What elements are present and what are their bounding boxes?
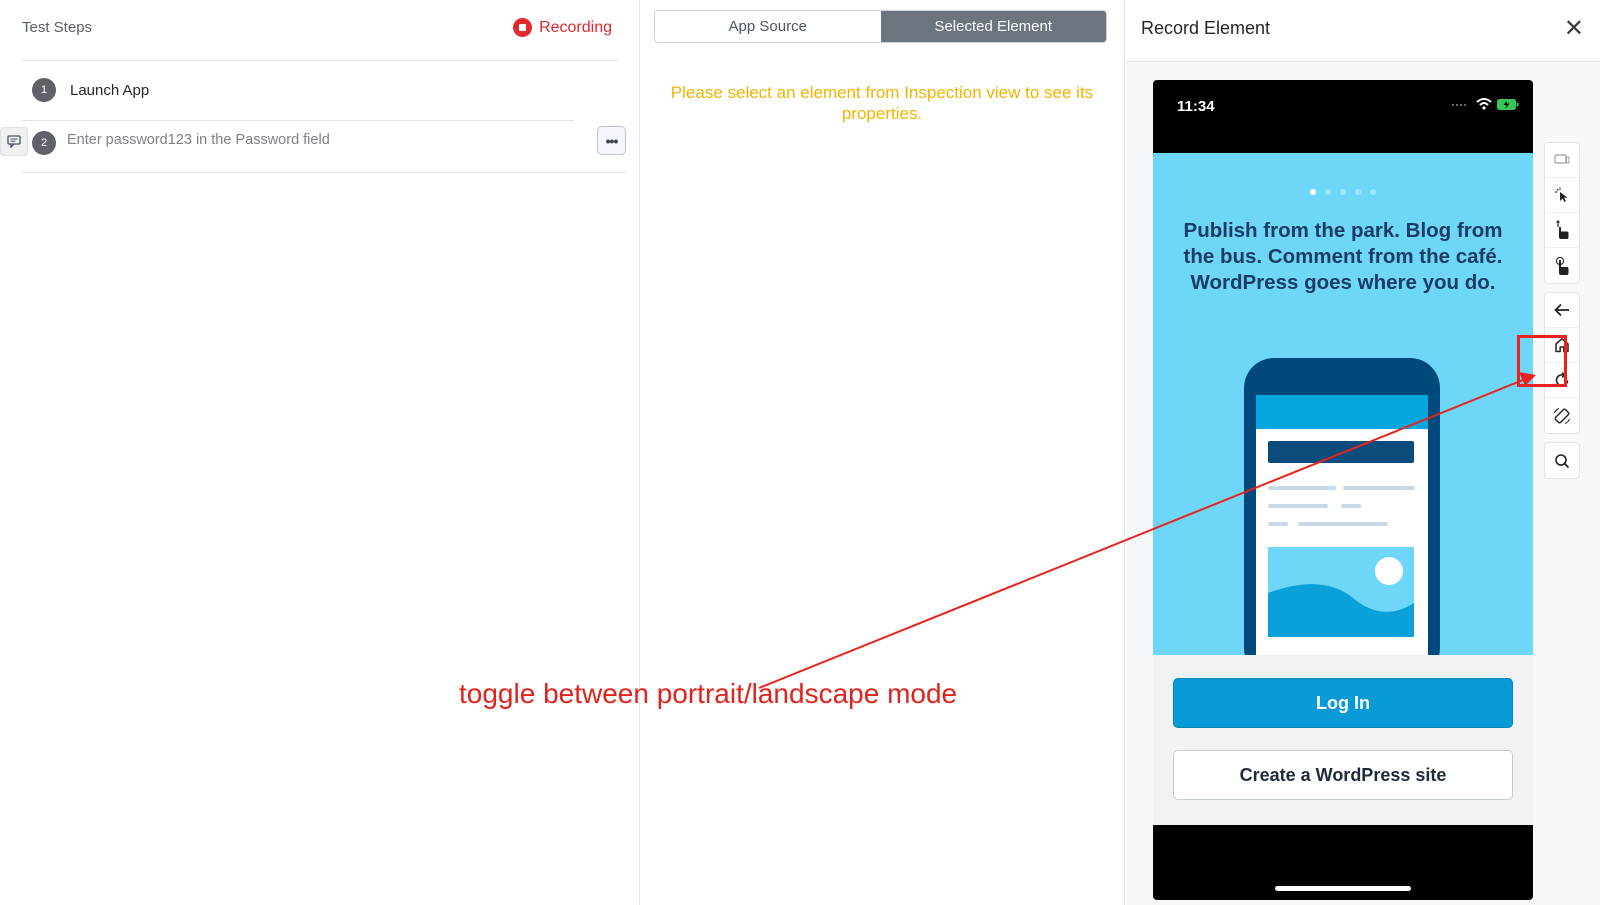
tap-hold-icon[interactable] (1545, 248, 1579, 283)
pointer-icon[interactable] (1545, 178, 1579, 213)
recording-indicator[interactable]: Recording (513, 18, 612, 37)
record-element-header: Record Element ✕ (1126, 0, 1600, 62)
record-element-title: Record Element (1141, 18, 1271, 38)
home-indicator (1275, 886, 1411, 891)
test-steps-header: Test Steps Recording (22, 0, 618, 61)
stop-recording-icon[interactable] (513, 18, 533, 37)
swipe-icon[interactable] (1545, 213, 1579, 248)
back-icon[interactable] (1545, 293, 1579, 328)
step-item-launch-app[interactable]: 1 Launch App (22, 66, 574, 121)
page-dot[interactable] (1340, 189, 1346, 195)
battery-icon (1497, 98, 1519, 110)
search-icon[interactable] (1545, 443, 1579, 478)
recording-label: Recording (539, 18, 612, 36)
page-dot[interactable] (1355, 189, 1361, 195)
page-dot[interactable] (1370, 189, 1376, 195)
step-label: Enter password123 in the Password field (67, 132, 330, 148)
rotate-highlight-box (1517, 335, 1567, 387)
onboarding-actions: Log In Create a WordPress site (1153, 655, 1533, 825)
create-site-button[interactable]: Create a WordPress site (1173, 750, 1513, 800)
rotate-icon[interactable] (1545, 398, 1579, 433)
test-steps-panel: Test Steps Recording 1 Launch App 2 Ente… (0, 0, 640, 905)
inspector-tabs: App Source Selected Element (654, 10, 1107, 43)
step-number: 2 (32, 131, 56, 155)
onboarding-text: Publish from the park. Blog from the bus… (1183, 219, 1503, 294)
signal-icon (1452, 104, 1466, 106)
toolbar-group-device (1544, 142, 1580, 284)
device-icon[interactable] (1545, 143, 1579, 178)
step-label: Launch App (70, 82, 150, 99)
onboarding-hero: Publish from the park. Blog from the bus… (1153, 153, 1533, 655)
test-steps-title: Test Steps (22, 19, 93, 36)
tab-selected-element[interactable]: Selected Element (880, 11, 1106, 42)
page-dot[interactable] (1325, 189, 1331, 195)
device-screen[interactable]: 11:34 Publish from the park. Blog from t… (1153, 80, 1533, 900)
device-status-bar: 11:34 (1153, 80, 1533, 153)
close-icon[interactable]: ✕ (1564, 14, 1584, 43)
toolbar-group-search (1544, 442, 1580, 479)
app-root: Test Steps Recording 1 Launch App 2 Ente… (0, 0, 1600, 905)
step-number: 1 (32, 78, 56, 102)
step-item-enter-password[interactable]: 2 Enter password123 in the Password fiel… (22, 121, 626, 173)
page-dot[interactable] (1310, 189, 1316, 195)
phone-illustration (1244, 358, 1440, 655)
login-button[interactable]: Log In (1173, 678, 1513, 728)
record-element-panel: Record Element ✕ 11:34 Publish from the … (1126, 0, 1600, 905)
device-stage: 11:34 Publish from the park. Blog from t… (1126, 62, 1600, 905)
tab-app-source[interactable]: App Source (655, 11, 881, 42)
annotation-text: toggle between portrait/landscape mode (459, 678, 958, 709)
page-indicator[interactable] (1153, 189, 1533, 195)
status-icons (1451, 98, 1519, 110)
empty-selection-notice: Please select an element from Inspection… (670, 83, 1094, 123)
wifi-icon (1476, 98, 1492, 110)
device-toolbar (1544, 142, 1580, 487)
more-options-button[interactable]: ••• (597, 126, 626, 155)
device-time: 11:34 (1177, 98, 1215, 115)
inspector-panel: App Source Selected Element Please selec… (641, 0, 1125, 905)
